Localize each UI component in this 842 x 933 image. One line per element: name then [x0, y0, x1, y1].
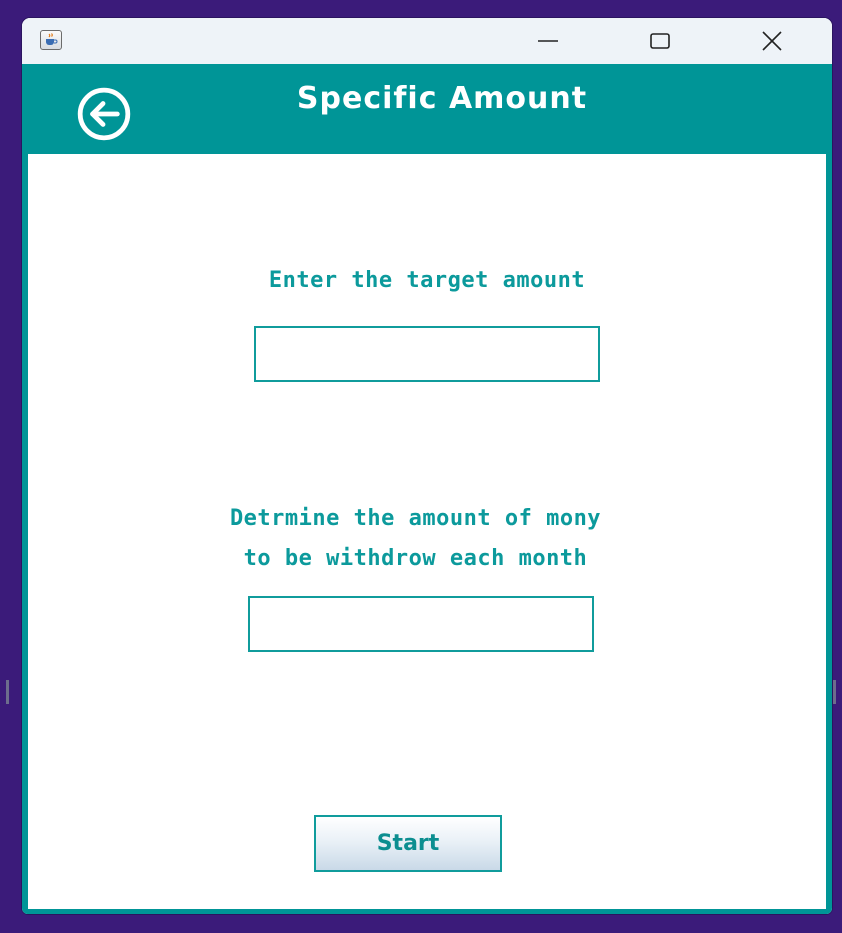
- form-panel: Enter the target amount Detrmine the amo…: [22, 154, 832, 914]
- maximize-button[interactable]: [632, 18, 688, 64]
- minimize-icon: [538, 40, 558, 42]
- close-icon: [762, 31, 782, 51]
- arrow-left-circle-icon: [77, 87, 131, 141]
- page-title: Specific Amount: [296, 81, 588, 116]
- monthly-amount-input[interactable]: [248, 596, 594, 652]
- title-bar: [22, 18, 832, 64]
- app-window: Specific Amount Enter the target amount …: [22, 18, 832, 914]
- monthly-amount-label-line2: to be withdrow each month: [243, 546, 588, 571]
- monthly-amount-label-line1: Detrmine the amount of mony: [229, 506, 602, 531]
- divider: [833, 680, 836, 704]
- java-coffee-icon: [40, 30, 62, 50]
- maximize-icon: [650, 33, 670, 49]
- page-header: Specific Amount: [22, 64, 832, 154]
- back-button[interactable]: [63, 84, 145, 144]
- target-amount-input[interactable]: [254, 326, 600, 382]
- minimize-button[interactable]: [520, 18, 576, 64]
- start-button[interactable]: Start: [314, 815, 502, 872]
- target-amount-label: Enter the target amount: [268, 268, 586, 293]
- desktop-background: Specific Amount Enter the target amount …: [0, 0, 842, 933]
- close-button[interactable]: [744, 18, 800, 64]
- divider: [6, 680, 9, 704]
